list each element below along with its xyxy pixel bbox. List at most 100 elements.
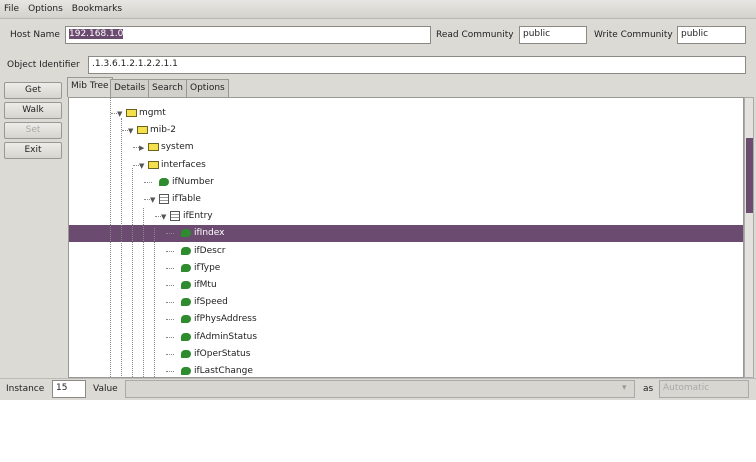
tree-node-label: mgmt [139, 108, 166, 118]
leaf-icon [181, 349, 191, 358]
expander-expanded-icon[interactable]: ▼ [150, 196, 155, 204]
table-icon [170, 211, 180, 222]
tree-node-label: ifOperStatus [194, 348, 251, 359]
tree-node-label: ifType [194, 262, 221, 273]
mib-tree[interactable]: ▼ mgmt ▼ mib-2 ▶ system ▼ interfaces ifNumber ▼ if… [68, 97, 744, 378]
table-icon [159, 194, 169, 204]
menu-bookmarks[interactable]: Bookmarks [72, 4, 122, 14]
tree-connector [166, 319, 174, 321]
leaf-icon [181, 229, 191, 238]
value-combo[interactable] [125, 380, 635, 398]
tree-node[interactable]: ▼ ifEntry [69, 208, 743, 225]
tree-node-label: system [161, 142, 194, 153]
tree-node[interactable]: ifNumber [69, 174, 743, 191]
mib-browser-window: File Options Bookmarks Host Name 192.168… [0, 0, 756, 400]
oid-input[interactable]: .1.3.6.1.2.1.2.2.1.1 [88, 56, 746, 74]
tree-connector [166, 285, 174, 286]
scrollbar-thumb[interactable] [746, 138, 753, 213]
tree-node[interactable]: ▶ system [69, 139, 743, 156]
tree-node[interactable]: ▼ mib-2 [69, 122, 743, 139]
tree-connector [166, 267, 174, 269]
tree-node[interactable]: ifPhysAddress [69, 311, 743, 328]
tree-connector [166, 250, 174, 252]
instance-label: Instance [6, 384, 45, 394]
leaf-icon [181, 332, 191, 341]
leaf-icon [181, 298, 191, 307]
expander-expanded-icon[interactable]: ▼ [128, 127, 133, 135]
as-select[interactable]: Automatic [659, 380, 749, 398]
tree-node[interactable]: ifType [69, 260, 743, 277]
write-community-input[interactable]: public [677, 26, 746, 44]
tree-node[interactable]: ▼ ifTable [69, 191, 743, 208]
tree-node-label: ifPhysAddress [194, 314, 257, 325]
get-button[interactable]: Get [4, 82, 62, 99]
exit-button[interactable]: Exit [4, 142, 62, 159]
tab-mib-tree[interactable]: Mib Tree [67, 77, 113, 97]
instance-input[interactable]: 15 [52, 380, 86, 398]
tree-node-label: ifIndex [194, 228, 225, 239]
tree-guide-line [143, 208, 144, 377]
expander-expanded-icon[interactable]: ▼ [139, 162, 144, 170]
tree-node[interactable]: ▼ mgmt [69, 105, 743, 122]
value-dropdown-icon[interactable]: ▾ [622, 383, 627, 393]
menubar: File Options Bookmarks [0, 0, 756, 19]
tree-scrollbar[interactable] [744, 97, 754, 378]
value-label: Value [93, 384, 118, 394]
folder-icon [137, 126, 148, 135]
expander-expanded-icon[interactable]: ▼ [161, 213, 166, 221]
tree-connector [166, 233, 174, 235]
tab-details[interactable]: Details [110, 79, 150, 97]
menu-file[interactable]: File [4, 4, 19, 14]
oid-label: Object Identifier [7, 60, 80, 70]
tree-node-label: ifDescr [194, 245, 226, 256]
leaf-icon [181, 246, 191, 255]
expander-collapsed-icon[interactable]: ▶ [139, 144, 144, 152]
tree-node-label: ifEntry [183, 211, 213, 222]
host-name-label: Host Name [10, 30, 60, 40]
folder-icon [148, 143, 159, 152]
write-community-label: Write Community [594, 30, 673, 40]
tree-connector [166, 336, 174, 338]
walk-button[interactable]: Walk [4, 102, 62, 119]
tree-node-label: ifMtu [194, 280, 217, 290]
tree-guide-line [154, 228, 155, 377]
tab-options[interactable]: Options [186, 79, 229, 97]
tree-node[interactable]: ▼ interfaces [69, 157, 743, 174]
tree-guide-line [121, 118, 122, 377]
tree-node[interactable]: ifAdminStatus [69, 329, 743, 346]
tree-node[interactable]: ifDescr [69, 243, 743, 260]
tree-connector [166, 302, 174, 304]
read-community-label: Read Community [436, 30, 514, 40]
menu-options[interactable]: Options [28, 4, 63, 14]
tree-node-label: ifAdminStatus [194, 331, 258, 342]
read-community-input[interactable]: public [519, 26, 587, 44]
tree-node[interactable]: ifSpeed [69, 294, 743, 311]
tree-guide-line [110, 98, 111, 377]
tree-node[interactable]: ifLastChange [69, 363, 743, 377]
host-name-value: 192.168.1.0 [69, 29, 124, 39]
expander-expanded-icon[interactable]: ▼ [117, 110, 122, 118]
folder-icon [126, 109, 137, 117]
tree-guide-line [132, 168, 133, 377]
leaf-icon [181, 263, 191, 272]
tree-connector [144, 181, 152, 183]
tree-node[interactable]: ifOperStatus [69, 346, 743, 363]
set-button[interactable]: Set [4, 122, 62, 139]
folder-icon [148, 160, 159, 169]
leaf-icon [159, 177, 169, 186]
tree-node-label: ifTable [172, 194, 201, 204]
host-name-input[interactable]: 192.168.1.0 [65, 26, 431, 44]
tree-node[interactable]: ifIndex [69, 225, 743, 243]
tree-connector [166, 353, 174, 355]
leaf-icon [181, 281, 191, 289]
tree-connector [166, 371, 174, 372]
leaf-icon [181, 315, 191, 324]
tree-node-label: interfaces [161, 159, 206, 170]
tree-node-label: mib-2 [150, 125, 176, 136]
as-label: as [643, 384, 654, 394]
leaf-icon [181, 367, 191, 375]
tab-search[interactable]: Search [148, 79, 187, 97]
tree-node-label: ifNumber [172, 176, 214, 187]
tree-node-label: ifSpeed [194, 297, 228, 308]
tree-node[interactable]: ifMtu [69, 277, 743, 294]
